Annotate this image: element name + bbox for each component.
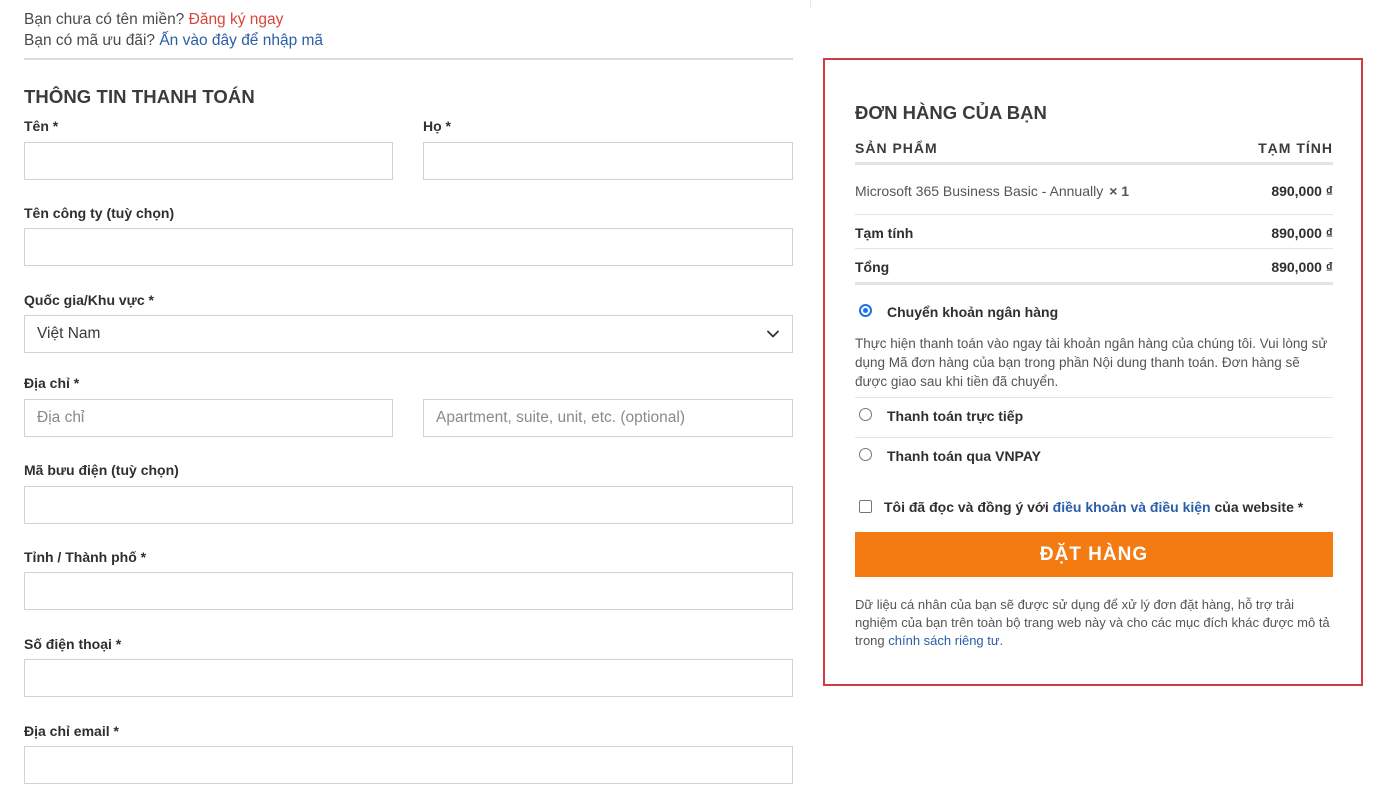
domain-question: Bạn chưa có tên miền? <box>24 11 185 28</box>
postcode-label: Mã bưu điện (tuỳ chọn) <box>24 462 179 478</box>
last-name-input[interactable] <box>423 142 793 180</box>
page-divider <box>810 0 811 8</box>
company-input[interactable] <box>24 228 793 266</box>
enter-coupon-link[interactable]: Ấn vào đây để nhập mã <box>159 32 323 49</box>
terms-checkbox[interactable] <box>859 500 872 513</box>
billing-title: THÔNG TIN THANH TOÁN <box>24 86 255 107</box>
email-label: Địa chỉ email * <box>24 723 119 739</box>
terms-suffix: của website * <box>1214 499 1304 515</box>
subtotal-rule <box>855 248 1333 249</box>
country-select[interactable]: Việt Nam <box>24 315 793 353</box>
register-domain-link[interactable]: Đăng ký ngay <box>189 11 284 28</box>
total-value: 890,000 ₫ <box>1271 259 1333 275</box>
company-label: Tên công ty (tuỳ chọn) <box>24 205 175 221</box>
bank-transfer-description: Thực hiện thanh toán vào ngay tài khoản … <box>855 336 1328 389</box>
order-title: ĐƠN HÀNG CỦA BẠN <box>855 102 1047 123</box>
column-product: SẢN PHẨM <box>855 140 938 156</box>
subtotal-label: Tạm tính <box>855 225 914 241</box>
city-label: Tỉnh / Thành phố * <box>24 549 147 565</box>
address-input[interactable] <box>24 399 393 437</box>
notice-divider <box>24 58 793 60</box>
item-price: 890,000 ₫ <box>1271 183 1333 199</box>
column-subtotal: TẠM TÍNH <box>1258 140 1333 156</box>
city-input[interactable] <box>24 572 793 610</box>
payment-rule-1 <box>855 397 1333 398</box>
phone-input[interactable] <box>24 659 793 697</box>
direct-payment-radio[interactable] <box>859 408 872 421</box>
country-label: Quốc gia/Khu vực * <box>24 292 154 308</box>
privacy-notice: Dữ liệu cá nhân của bạn sẽ được sử dụng … <box>855 596 1333 650</box>
total-rule <box>855 282 1333 285</box>
coupon-question: Bạn có mã ưu đãi? <box>24 32 156 49</box>
last-name-label: Họ * <box>423 118 451 134</box>
address-label: Địa chỉ * <box>24 375 80 391</box>
terms-prefix: Tôi đã đọc và đồng ý với <box>884 499 1049 515</box>
email-input[interactable] <box>24 746 793 784</box>
chevron-down-icon <box>766 327 780 341</box>
direct-payment-label[interactable]: Thanh toán trực tiếp <box>887 408 1023 424</box>
order-summary: ĐƠN HÀNG CỦA BẠN SẢN PHẨM TẠM TÍNH Micro… <box>823 58 1363 686</box>
table-header-rule <box>855 162 1333 165</box>
privacy-policy-link[interactable]: chính sách riêng tư <box>888 633 999 648</box>
bank-transfer-radio[interactable] <box>859 304 872 317</box>
payment-rule-2 <box>855 437 1333 438</box>
order-item: Microsoft 365 Business Basic - Annually ×… <box>855 183 1129 199</box>
first-name-input[interactable] <box>24 142 393 180</box>
address2-input[interactable] <box>423 399 793 437</box>
terms-text: Tôi đã đọc và đồng ý với điều khoản và đ… <box>884 499 1303 515</box>
domain-notice: Bạn chưa có tên miền? Đăng ký ngay <box>24 9 283 30</box>
postcode-input[interactable] <box>24 486 793 524</box>
bank-transfer-label[interactable]: Chuyển khoản ngân hàng <box>887 304 1058 320</box>
country-value: Việt Nam <box>37 325 101 342</box>
privacy-end: . <box>999 633 1004 648</box>
item-quantity: × 1 <box>1109 183 1130 199</box>
terms-link[interactable]: điều khoản và điều kiện <box>1053 499 1211 515</box>
item-name: Microsoft 365 Business Basic - Annually <box>855 183 1104 199</box>
total-label: Tổng <box>855 259 890 275</box>
item-rule <box>855 214 1333 215</box>
vnpay-label[interactable]: Thanh toán qua VNPAY <box>887 448 1041 464</box>
coupon-notice: Bạn có mã ưu đãi? Ấn vào đây để nhập mã <box>24 30 323 51</box>
place-order-button[interactable]: ĐẶT HÀNG <box>855 532 1333 577</box>
first-name-label: Tên * <box>24 118 59 134</box>
phone-label: Số điện thoại * <box>24 636 122 652</box>
vnpay-radio[interactable] <box>859 448 872 461</box>
subtotal-value: 890,000 ₫ <box>1271 225 1333 241</box>
